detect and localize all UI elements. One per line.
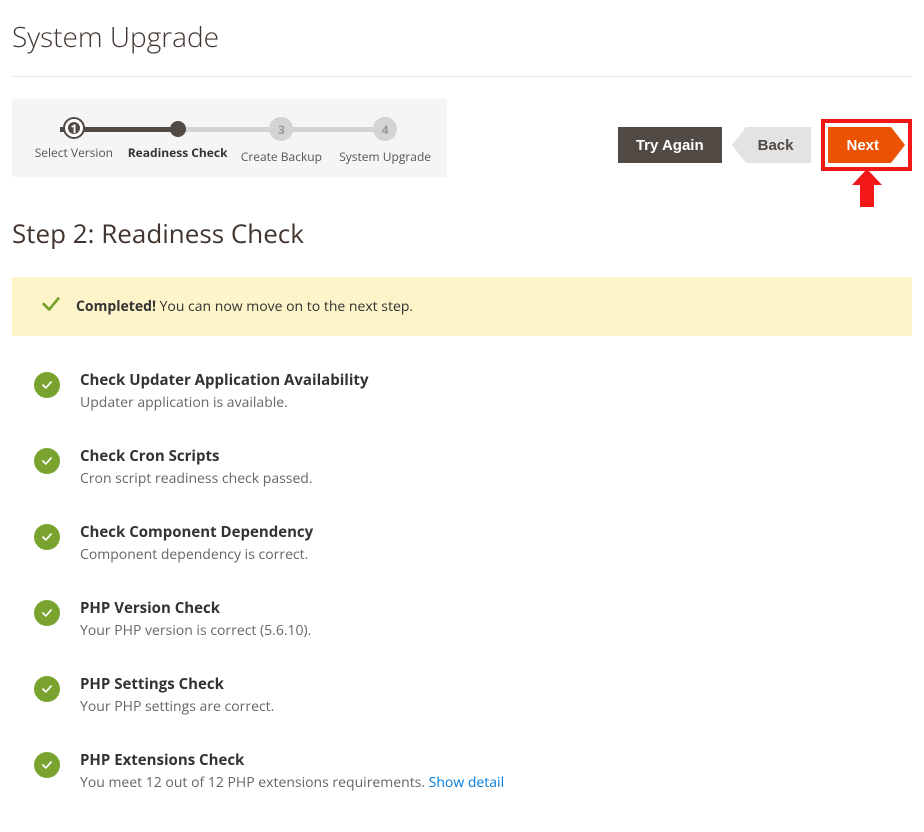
arrow-up-icon [852,169,882,212]
check-item-php-version: PHP Version Check Your PHP version is co… [34,598,912,640]
alert-message: Completed! You can now move on to the ne… [76,297,413,316]
step-label: System Upgrade [333,149,437,165]
check-title: PHP Settings Check [80,674,274,694]
step-bullet-done-icon: 1 [65,119,83,137]
step-label: Readiness Check [126,145,230,161]
step-bullet-current-icon [170,121,186,137]
checkmark-circle-icon [34,676,60,702]
show-detail-link[interactable]: Show detail [429,773,504,792]
check-item-php-extensions: PHP Extensions Check You meet 12 out of … [34,750,912,792]
check-item-php-settings: PHP Settings Check Your PHP settings are… [34,674,912,716]
check-title: Check Cron Scripts [80,446,313,466]
check-detail: Your PHP settings are correct. [80,697,274,716]
checkmark-circle-icon [34,600,60,626]
progress-stepper: 1 Select Version Readiness Check 3 Creat… [12,99,447,177]
step-bullet-future-icon: 3 [269,117,293,141]
check-item-updater: Check Updater Application Availability U… [34,370,912,412]
check-title: PHP Extensions Check [80,750,504,770]
step-label: Select Version [22,145,126,161]
next-button-highlight: Next [821,119,912,171]
check-detail: Updater application is available. [80,393,368,412]
checkmark-circle-icon [34,372,60,398]
checkmark-circle-icon [34,752,60,778]
check-detail: Your PHP version is correct (5.6.10). [80,621,311,640]
check-title: PHP Version Check [80,598,311,618]
try-again-button[interactable]: Try Again [618,127,722,163]
step-heading: Step 2: Readiness Check [12,215,912,251]
page-title: System Upgrade [12,0,912,77]
step-select-version: 1 Select Version [22,117,126,165]
next-button[interactable]: Next [828,127,891,163]
step-system-upgrade: 4 System Upgrade [333,117,437,165]
check-item-cron: Check Cron Scripts Cron script readiness… [34,446,912,488]
step-readiness-check: Readiness Check [126,117,230,165]
checkmark-icon [40,293,62,320]
check-detail: Cron script readiness check passed. [80,469,313,488]
checkmark-circle-icon [34,524,60,550]
check-detail: You meet 12 out of 12 PHP extensions req… [80,773,504,792]
check-detail: Component dependency is correct. [80,545,313,564]
step-label: Create Backup [230,149,334,165]
step-bullet-future-icon: 4 [373,117,397,141]
check-item-dependency: Check Component Dependency Component dep… [34,522,912,564]
alert-success: Completed! You can now move on to the ne… [12,277,912,336]
nav-buttons: Try Again Back Next [618,99,912,171]
top-row: 1 Select Version Readiness Check 3 Creat… [12,99,912,177]
check-title: Check Component Dependency [80,522,313,542]
step-create-backup: 3 Create Backup [230,117,334,165]
checkmark-circle-icon [34,448,60,474]
check-title: Check Updater Application Availability [80,370,368,390]
readiness-checklist: Check Updater Application Availability U… [12,370,912,792]
back-button[interactable]: Back [746,127,812,163]
